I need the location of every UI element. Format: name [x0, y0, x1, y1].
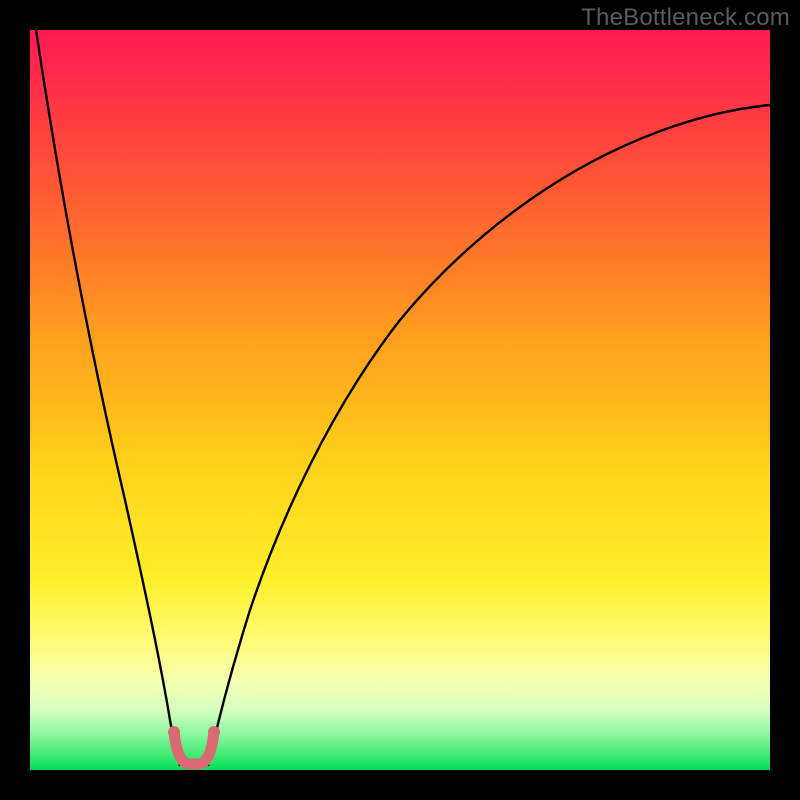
trough-marker — [174, 732, 214, 764]
trough-marker-dot-left — [168, 726, 180, 738]
curve-right-branch — [208, 105, 770, 766]
trough-marker-dot-right — [208, 726, 220, 738]
watermark-text: TheBottleneck.com — [581, 4, 790, 32]
bottleneck-curve — [30, 30, 770, 770]
curve-left-branch — [36, 30, 180, 766]
plot-area — [30, 30, 770, 770]
